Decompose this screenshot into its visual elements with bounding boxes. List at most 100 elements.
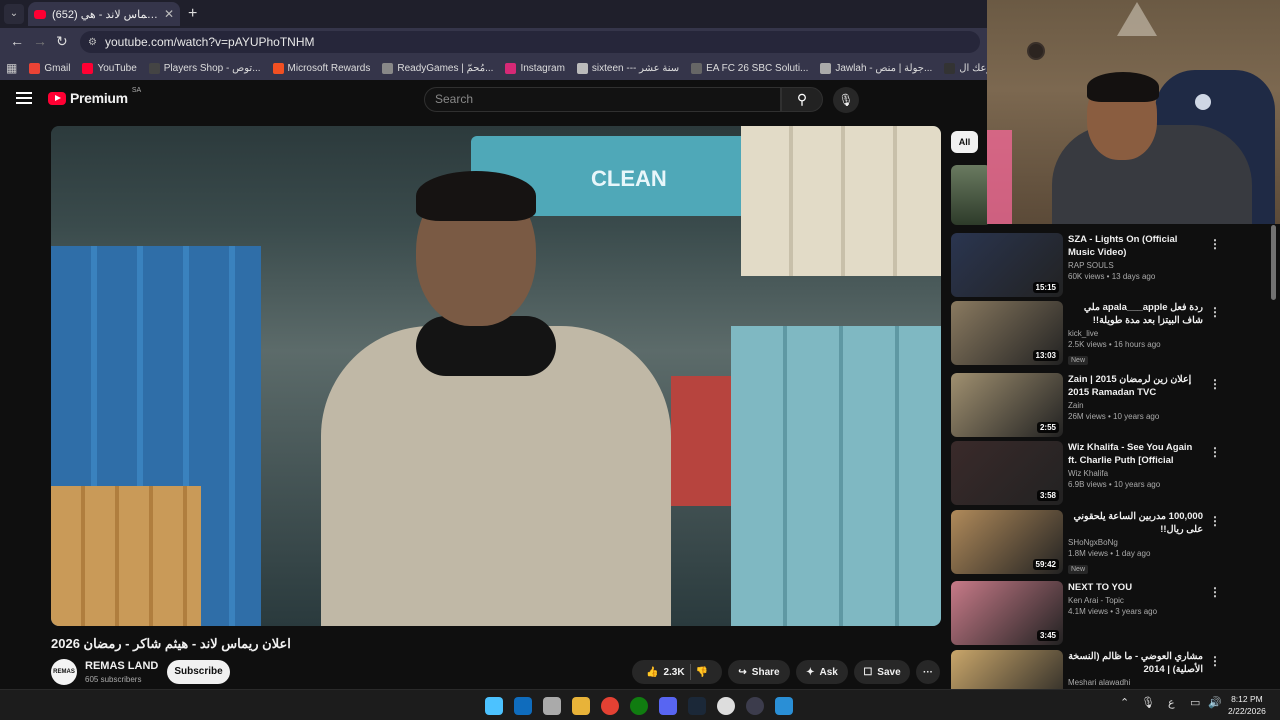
recommendation-title[interactable]: Zain | 2015 إعلان زين لرمضان 2015 Ramada… bbox=[1068, 373, 1203, 399]
channel-avatar[interactable]: REMAS bbox=[51, 659, 77, 685]
tray-mic-icon[interactable]: 🎙 bbox=[1141, 696, 1155, 709]
video-player[interactable]: CLEAN bbox=[51, 126, 941, 626]
outlook-icon[interactable] bbox=[514, 697, 532, 715]
youtube-favicon-icon bbox=[34, 9, 46, 19]
ask-label: Ask bbox=[819, 666, 838, 678]
bookmark-item[interactable]: EA FC 26 SBC Soluti... bbox=[691, 62, 808, 74]
like-button[interactable]: 👍 2.3K bbox=[646, 667, 685, 678]
more-vertical-icon[interactable]: ⋮ bbox=[1209, 377, 1221, 391]
steam-icon[interactable] bbox=[688, 697, 706, 715]
more-actions-button[interactable]: ··· bbox=[916, 660, 940, 684]
back-arrow-icon[interactable]: ← bbox=[10, 33, 24, 49]
chip-all[interactable]: All bbox=[951, 131, 978, 153]
start-windows-icon[interactable] bbox=[485, 697, 503, 715]
recommendation-item[interactable]: 3:58 Wiz Khalifa - See You Again ft. Char… bbox=[951, 441, 1271, 505]
recommendation-channel[interactable]: RAP SOULS bbox=[1068, 261, 1203, 270]
input-language[interactable]: ع bbox=[1168, 696, 1175, 709]
bookmark-item[interactable]: YouTube bbox=[82, 62, 137, 74]
forward-arrow-icon[interactable]: → bbox=[33, 33, 47, 49]
sidebar-scrollbar[interactable] bbox=[1271, 225, 1276, 300]
shelf-red-cans bbox=[671, 376, 731, 506]
share-button[interactable]: ↪ Share bbox=[728, 660, 790, 684]
partial-thumbnail[interactable] bbox=[951, 165, 991, 225]
app-icon[interactable] bbox=[746, 697, 764, 715]
menu-icon[interactable] bbox=[16, 92, 32, 104]
subscribe-button[interactable]: Subscribe bbox=[167, 660, 230, 684]
more-vertical-icon[interactable]: ⋮ bbox=[1209, 514, 1221, 528]
bookmark-item[interactable]: sixteen --- سنة عشر bbox=[576, 62, 679, 74]
bookmark-label: Players Shop - توص... bbox=[163, 62, 261, 74]
recommendation-channel[interactable]: Ken Arai - Topic bbox=[1068, 596, 1203, 605]
search-button[interactable]: ⚲ bbox=[781, 87, 823, 112]
bookmark-item[interactable]: ReadyGames | مُحمّ... bbox=[382, 62, 493, 74]
ask-button[interactable]: ✦ Ask bbox=[796, 660, 848, 684]
store-icon[interactable] bbox=[543, 697, 561, 715]
xbox-icon[interactable] bbox=[630, 697, 648, 715]
new-tab-button[interactable]: + bbox=[188, 5, 197, 23]
discord-icon[interactable] bbox=[659, 697, 677, 715]
dislike-button[interactable]: 👎 bbox=[696, 667, 708, 678]
recommendation-channel[interactable]: SHoNgxBoNg bbox=[1068, 538, 1203, 547]
recommendation-channel[interactable]: Zain bbox=[1068, 401, 1203, 410]
file-explorer-icon[interactable] bbox=[572, 697, 590, 715]
more-vertical-icon[interactable]: ⋮ bbox=[1209, 654, 1221, 668]
recommendation-item[interactable]: 2:55 Zain | 2015 إعلان زين لرمضان 2015 Ra… bbox=[951, 373, 1271, 437]
tab-close-icon[interactable]: ✕ bbox=[164, 7, 174, 21]
video-thumbnail[interactable]: 3:45 bbox=[951, 581, 1063, 645]
more-vertical-icon[interactable]: ⋮ bbox=[1209, 585, 1221, 599]
github-icon[interactable] bbox=[717, 697, 735, 715]
video-thumbnail[interactable]: 3:58 bbox=[951, 441, 1063, 505]
video-thumbnail[interactable]: 2:55 bbox=[951, 373, 1063, 437]
video-thumbnail[interactable]: 59:42 bbox=[951, 510, 1063, 574]
recommendation-item[interactable]: 15:15 SZA - Lights On (Official Music Vid… bbox=[951, 233, 1271, 297]
tab-search-button[interactable]: ⌄ bbox=[4, 4, 24, 24]
duration-badge: 2:55 bbox=[1036, 422, 1059, 433]
channel-name[interactable]: REMAS LAND bbox=[85, 660, 158, 672]
volume-icon[interactable]: 🔊 bbox=[1208, 696, 1222, 709]
help-icon[interactable] bbox=[775, 697, 793, 715]
address-bar[interactable]: ⚙ youtube.com/watch?v=pAYUPhoTNHM bbox=[80, 31, 980, 53]
recommendation-title[interactable]: 100,000 مدربين الساعة يلحقوني على ريال!! bbox=[1068, 510, 1203, 536]
more-vertical-icon[interactable]: ⋮ bbox=[1209, 445, 1221, 459]
system-clock[interactable]: 8:12 PM 2/22/2026 bbox=[1228, 693, 1266, 717]
recommendation-item[interactable]: 13:03 ردة فعل apala___apple ملي شاف البيت… bbox=[951, 301, 1271, 365]
bookmark-item[interactable]: Players Shop - توص... bbox=[148, 62, 261, 74]
recommendation-title[interactable]: مشاري العوضي - ما ظالم (النسخة الأصلية) … bbox=[1068, 650, 1203, 676]
youtube-premium-logo[interactable]: Premium SA bbox=[48, 87, 141, 106]
recommendation-item[interactable]: 3:45 NEXT TO YOU Ken Arai - Topic 4.1M view… bbox=[951, 581, 1271, 645]
more-vertical-icon[interactable]: ⋮ bbox=[1209, 237, 1221, 251]
pink-light bbox=[987, 130, 1012, 224]
bookmark-label: Jawlah - جولة | منص... bbox=[835, 62, 933, 74]
bookmark-item[interactable]: Instagram bbox=[505, 62, 565, 74]
tray-chevron-icon[interactable]: ⌃ bbox=[1120, 696, 1129, 709]
save-button[interactable]: ☐ Save bbox=[854, 660, 910, 684]
recommendation-title[interactable]: NEXT TO YOU bbox=[1068, 581, 1203, 594]
chrome-icon[interactable] bbox=[601, 697, 619, 715]
recommendation-meta: SZA - Lights On (Official Music Video) RA… bbox=[1068, 233, 1203, 281]
site-info-icon[interactable]: ⚙ bbox=[88, 37, 97, 48]
reload-icon[interactable]: ↻ bbox=[56, 33, 68, 50]
bookmark-item[interactable]: Microsoft Rewards bbox=[272, 62, 370, 74]
video-thumbnail[interactable]: 13:03 bbox=[951, 301, 1063, 365]
tab-title: (652) اعلان ريماس لاند - هي... bbox=[52, 8, 158, 21]
apps-grid-icon[interactable]: ▦ bbox=[6, 61, 17, 75]
recommendation-channel[interactable]: Wiz Khalifa bbox=[1068, 469, 1203, 478]
recommendation-channel[interactable]: kick_live bbox=[1068, 329, 1203, 338]
recommendation-title[interactable]: Wiz Khalifa - See You Again ft. Charlie … bbox=[1068, 441, 1203, 467]
recommendation-item[interactable]: 59:42 100,000 مدربين الساعة يلحقوني على ر… bbox=[951, 510, 1271, 574]
search-input[interactable]: Search bbox=[424, 87, 781, 112]
recommendation-title[interactable]: ردة فعل apala___apple ملي شاف البيتزا بع… bbox=[1068, 301, 1203, 327]
bookmark-item[interactable]: Jawlah - جولة | منص... bbox=[820, 62, 933, 74]
recommendation-channel[interactable]: Meshari alawadhi bbox=[1068, 678, 1203, 687]
voice-search-button[interactable]: 🎙 bbox=[833, 87, 859, 113]
recommendation-title[interactable]: SZA - Lights On (Official Music Video) bbox=[1068, 233, 1203, 259]
browser-tab-active[interactable]: (652) اعلان ريماس لاند - هي... ✕ bbox=[28, 2, 180, 26]
more-vertical-icon[interactable]: ⋮ bbox=[1209, 305, 1221, 319]
search-icon: ⚲ bbox=[796, 91, 808, 107]
youtube-play-icon bbox=[48, 91, 66, 105]
duration-badge: 3:58 bbox=[1036, 490, 1059, 501]
bookmark-item[interactable]: Gmail bbox=[29, 62, 70, 74]
network-icon[interactable]: ▭ bbox=[1190, 696, 1200, 709]
video-thumbnail[interactable]: 15:15 bbox=[951, 233, 1063, 297]
bookmark-favicon-icon bbox=[82, 62, 94, 74]
